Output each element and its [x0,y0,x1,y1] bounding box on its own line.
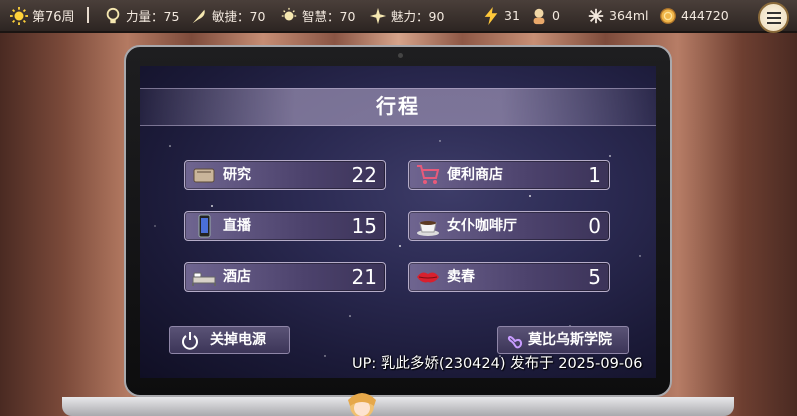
strength-stat: 力量：75 [104,0,179,31]
coin-icon [660,7,676,24]
sparkle-icon [369,7,387,24]
infinity-icon [507,335,523,349]
hotel-count: 21 [351,265,377,289]
followers-stat: 0 [530,0,560,31]
schedule-hotel-button[interactable]: 酒店 21 [184,262,386,292]
money-stat: 444720 [659,0,729,31]
bed-icon [192,272,216,286]
followers-text: 0 [552,8,560,23]
bulb-rays-icon [281,7,297,20]
agility-stat: 敏捷：70 [190,0,265,31]
webcam [398,53,403,58]
strength-text: 力量：75 [126,9,180,24]
power-off-button[interactable]: 关掉电源 [169,326,290,354]
convenience-store-label: 便利商店 [447,167,503,183]
menu-button[interactable] [758,2,789,33]
power-off-label: 关掉电源 [210,332,266,348]
character-avatar-icon [348,393,376,416]
research-label: 研究 [223,167,251,183]
week-text: 第76周 [32,10,75,25]
burst-icon [588,8,604,23]
prostitution-label: 卖春 [447,269,475,285]
liquid-text: 364ml [609,8,649,23]
prostitution-count: 5 [588,265,601,289]
schedule-prostitution-button[interactable]: 卖春 5 [408,262,610,292]
schedule-research-button[interactable]: 研究 22 [184,160,386,190]
screen-title: 行程 [376,94,420,118]
lightbulb-icon [106,7,120,23]
maid-cafe-count: 0 [588,214,601,238]
person-icon [533,8,545,24]
charm-stat: 魅力：90 [369,0,444,31]
smartphone-icon [198,214,211,238]
charm-text: 魅力：90 [391,9,445,24]
shopping-cart-icon [417,165,440,184]
schedule-livestream-button[interactable]: 直播 15 [184,211,386,241]
lips-icon [417,272,439,283]
coffee-cup-icon [417,221,439,236]
wisdom-text: 智慧：70 [302,9,356,24]
schedule-convenience-store-button[interactable]: 便利商店 1 [408,160,610,190]
wisdom-stat: 智慧：70 [280,0,355,31]
hotel-label: 酒店 [223,269,251,285]
research-count: 22 [351,163,377,187]
convenience-store-count: 1 [588,163,601,187]
money-text: 444720 [681,8,729,23]
divider [87,7,89,23]
agility-text: 敏捷：70 [212,9,266,24]
feather-icon [192,9,205,23]
schedule-maid-cafe-button[interactable]: 女仆咖啡厅 0 [408,211,610,241]
energy-stat: 31 [482,0,520,31]
power-icon [182,332,198,350]
livestream-count: 15 [351,214,377,238]
menu-icon [766,11,781,24]
lightning-icon [484,6,498,25]
laptop-base [62,397,734,416]
sun-icon [10,6,28,25]
mobius-academy-label: 莫比乌斯学院 [528,332,612,348]
books-icon [193,168,215,183]
livestream-label: 直播 [223,218,251,234]
status-bar: 第76周 力量：75 敏捷：70 智慧：70 魅力：90 31 0 364ml … [0,0,797,33]
maid-cafe-label: 女仆咖啡厅 [447,218,517,234]
mobius-academy-button[interactable]: 莫比乌斯学院 [497,326,629,354]
upload-watermark: UP: 乳此多娇(230424) 发布于 2025-09-06 [352,356,643,372]
energy-text: 31 [504,8,520,23]
liquid-stat: 364ml [587,0,649,31]
week-stat: 第76周 [10,0,75,31]
